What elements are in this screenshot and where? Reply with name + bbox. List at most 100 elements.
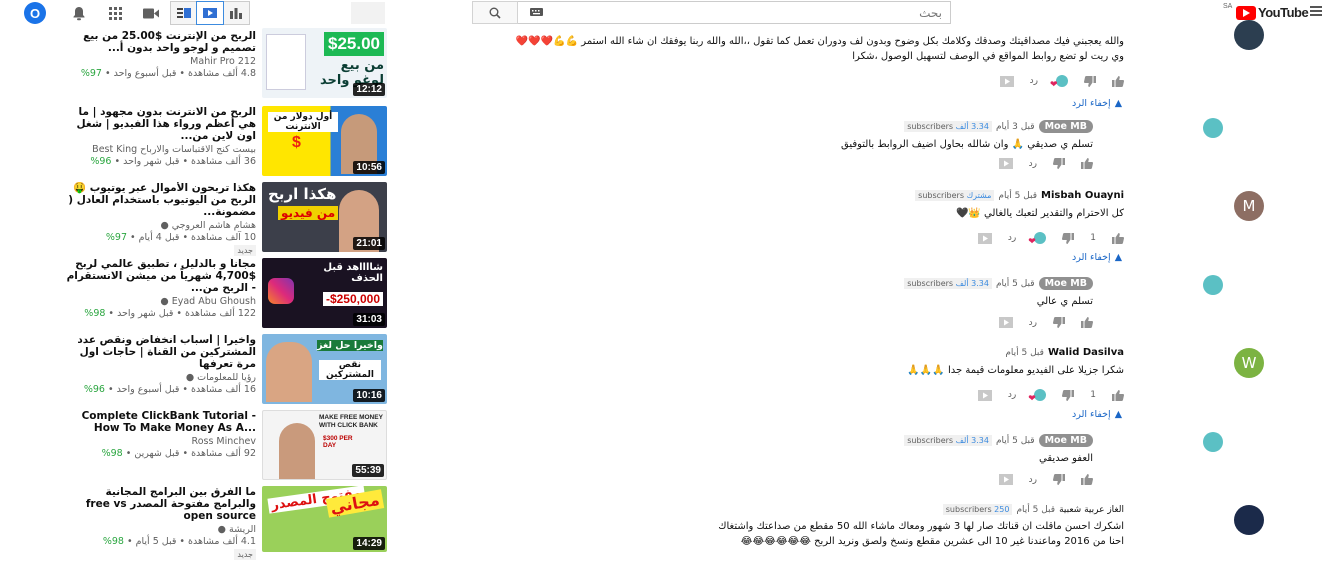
like-button[interactable]	[1081, 317, 1093, 328]
related-video[interactable]: هكذا اربح من فيديو 21:01 هكذا تربحون الأ…	[0, 182, 395, 258]
author-name[interactable]: Misbah Ouayni	[1041, 190, 1124, 201]
commenter-avatar[interactable]	[1203, 118, 1223, 138]
stats-icon[interactable]	[223, 2, 249, 24]
video-meta: 122 ألف مشاهدة • قبل شهر واحد • 98%	[84, 308, 256, 319]
comment-time[interactable]: قبل 5 أيام	[1005, 348, 1044, 358]
dislike-button[interactable]	[1053, 317, 1065, 328]
comment-time[interactable]: قبل 3 أيام	[996, 122, 1035, 132]
like-button[interactable]	[1112, 232, 1124, 244]
like-percent: 97%	[80, 68, 102, 79]
like-button[interactable]	[1112, 389, 1124, 401]
author-name[interactable]: Walid Dasilva	[1048, 347, 1124, 358]
search-input[interactable]	[518, 1, 951, 24]
video-thumbnail[interactable]: واخيرا حل لغز نقص المشتركين 10:16	[262, 334, 387, 404]
commenter-avatar[interactable]	[1234, 20, 1264, 50]
channel-label: الريشة	[229, 524, 256, 535]
reply-button[interactable]: رد	[1008, 233, 1016, 243]
youtube-logo[interactable]: YouTube	[1236, 5, 1309, 20]
video-title[interactable]: ما الفرق بين البرامج المجانية والبرامج م…	[60, 486, 256, 522]
video-meta: 36 ألف مشاهدة • قبل شهر واحد • 96%	[90, 156, 256, 167]
related-video[interactable]: واخيرا حل لغز نقص المشتركين 10:16 واخيرا…	[0, 334, 395, 410]
reply-button[interactable]: رد	[1029, 159, 1037, 169]
commenter-avatar[interactable]	[1203, 432, 1223, 452]
replay-icon[interactable]	[998, 474, 1013, 485]
meta-text: 4.1 ألف مشاهدة • قبل 5 أيام	[135, 536, 256, 547]
channel-name[interactable]: Mahir Pro 212	[60, 56, 256, 67]
video-title[interactable]: واخيرا | أسباب انخفاض ونقص عدد المشتركين…	[60, 334, 256, 370]
commenter-avatar[interactable]	[1203, 275, 1223, 295]
subscriber-count-value: 3.34 ألف	[955, 279, 989, 288]
dislike-button[interactable]	[1053, 158, 1065, 169]
account-avatar[interactable]: O	[24, 2, 46, 24]
video-duration: 12:12	[353, 83, 385, 96]
video-title[interactable]: مجاناً و بالدليل ، تطبيق عالمي لربح $4,7…	[60, 258, 256, 294]
like-button[interactable]	[1081, 474, 1093, 485]
replay-icon[interactable]	[977, 232, 992, 244]
subscriber-count-value: مشترك	[966, 191, 992, 200]
video-title[interactable]: الربح من الانترنت بدون مجهود | ما هي أعظ…	[60, 106, 256, 142]
reply-button[interactable]: رد	[1029, 475, 1037, 485]
dislike-button[interactable]	[1084, 75, 1096, 87]
author-chip[interactable]: Moe MB	[1038, 434, 1093, 447]
commenter-avatar[interactable]: W	[1234, 348, 1264, 378]
replay-icon[interactable]	[977, 389, 992, 401]
author-chip[interactable]: Moe MB	[1038, 120, 1093, 133]
channel-name[interactable]: بيست كنج الاقتباسات والارباح Best King	[60, 144, 256, 155]
related-video[interactable]: شااااهد قبل الحذف -$250,000 31:03 مجاناً…	[0, 258, 395, 334]
creator-heart-avatar	[1034, 389, 1047, 401]
meta-text: 122 ألف مشاهدة • قبل شهر واحد	[117, 308, 256, 319]
hide-replies-toggle[interactable]: ▲ إخفاء الرد	[1072, 98, 1122, 109]
comment-time[interactable]: قبل 5 أيام	[996, 436, 1035, 446]
author-name[interactable]: الغاز عربية شعبية	[1059, 505, 1124, 515]
reply-button[interactable]: رد	[1008, 390, 1016, 400]
related-video[interactable]: MAKE FREE MONEY WITH CLICK BANK $300 PER…	[0, 410, 395, 486]
video-thumbnail[interactable]: أول دولار من الانترنت $ 10:56	[262, 106, 387, 176]
video-thumbnail[interactable]: مفتوح المصدر مجاني 14:29	[262, 486, 387, 552]
thumb-up-icon	[1112, 232, 1124, 244]
replay-icon[interactable]	[999, 75, 1014, 87]
channel-name[interactable]: هشام هاشم العروجي ●	[60, 220, 256, 231]
channel-name[interactable]: Eyad Abu Ghoush ●	[60, 296, 256, 307]
channel-name[interactable]: رؤيا للمعلومات ●	[60, 372, 256, 383]
reply-button[interactable]: رد	[1029, 318, 1037, 328]
video-thumbnail[interactable]: MAKE FREE MONEY WITH CLICK BANK $300 PER…	[262, 410, 387, 480]
create-video-icon[interactable]	[142, 4, 160, 22]
apps-grid-icon[interactable]	[106, 4, 124, 22]
related-video[interactable]: أول دولار من الانترنت $ 10:56 الربح من ا…	[0, 106, 395, 182]
commenter-avatar[interactable]: M	[1234, 191, 1264, 221]
hide-replies-toggle[interactable]: ▲ إخفاء الرد	[1072, 252, 1122, 263]
thumb-down-icon	[1053, 158, 1065, 169]
comment-time[interactable]: قبل 5 أيام	[996, 279, 1035, 289]
subscriber-count: 3.34 ألف subscribers	[904, 121, 992, 132]
player-view-icon[interactable]	[196, 1, 224, 25]
replay-icon[interactable]	[998, 158, 1013, 169]
comment-time[interactable]: قبل 5 أيام	[1016, 505, 1055, 515]
channel-name[interactable]: الريشة ●	[60, 524, 256, 535]
video-thumbnail[interactable]: هكذا اربح من فيديو 21:01	[262, 182, 387, 252]
creator-heart: ❤	[1028, 388, 1047, 404]
keyboard-icon[interactable]	[530, 8, 543, 16]
channel-name[interactable]: Ross Minchev	[60, 436, 256, 447]
dislike-button[interactable]	[1062, 389, 1075, 401]
related-video[interactable]: مفتوح المصدر مجاني 14:29 ما الفرق بين ال…	[0, 486, 395, 562]
author-chip[interactable]: Moe MB	[1038, 277, 1093, 290]
reply-button[interactable]: رد	[1030, 76, 1038, 86]
comment-time[interactable]: قبل 5 أيام	[998, 191, 1037, 201]
video-title[interactable]: هكذا تربحون الأموال عبر يوتيوب 🤑 الربح م…	[60, 182, 256, 218]
like-button[interactable]	[1081, 158, 1093, 169]
commenter-avatar[interactable]	[1234, 505, 1264, 535]
dislike-button[interactable]	[1062, 232, 1075, 244]
notifications-bell-icon[interactable]	[70, 4, 88, 22]
like-button[interactable]	[1112, 75, 1124, 87]
hide-replies-toggle[interactable]: ▲ إخفاء الرد	[1072, 409, 1122, 420]
video-title[interactable]: الربح من الإنترنت $25.00 من بيع تصميم و …	[60, 30, 256, 54]
list-view-icon[interactable]	[171, 2, 197, 24]
replay-icon[interactable]	[998, 317, 1013, 328]
dislike-button[interactable]	[1053, 474, 1065, 485]
related-video[interactable]: $25.00 من بيع لوغو واحد 12:12 الربح من ا…	[0, 28, 395, 106]
search-button[interactable]	[472, 1, 518, 24]
video-thumbnail[interactable]: $25.00 من بيع لوغو واحد 12:12	[262, 28, 387, 98]
video-thumbnail[interactable]: شااااهد قبل الحذف -$250,000 31:03	[262, 258, 387, 328]
menu-icon[interactable]	[1310, 6, 1322, 16]
video-title[interactable]: Complete ClickBank Tutorial - How To Mak…	[60, 410, 256, 434]
